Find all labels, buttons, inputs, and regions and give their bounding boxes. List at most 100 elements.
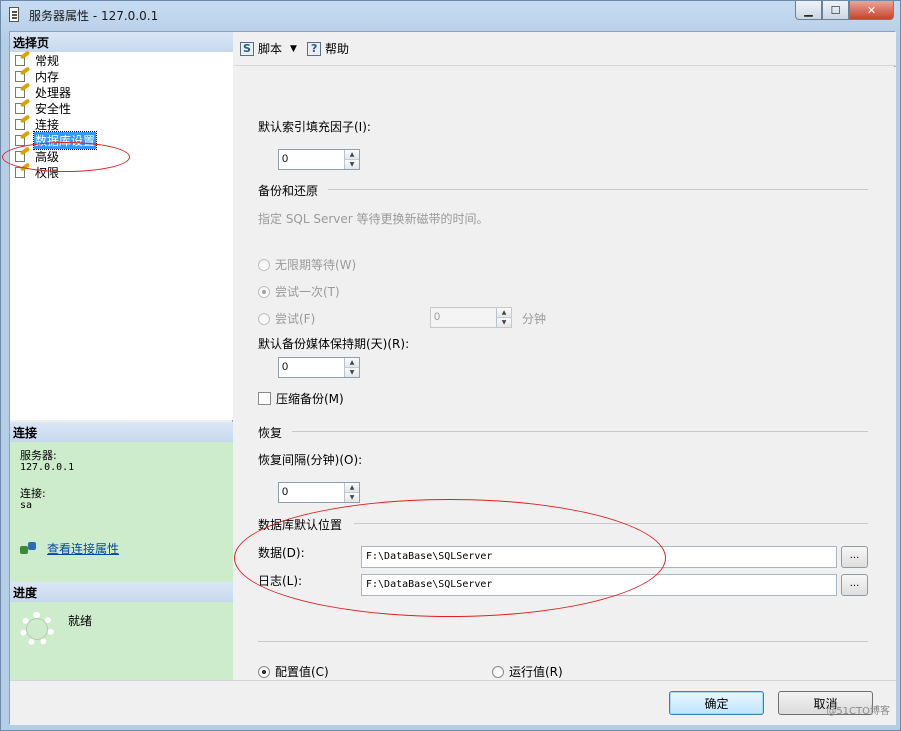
caption-buttons: ▁ ☐ ✕ [795, 1, 894, 21]
radio-label: 尝试(F) [275, 312, 316, 326]
radio-label: 运行值(R) [509, 665, 563, 679]
ok-button[interactable]: 确定 [669, 691, 764, 715]
divider [258, 641, 868, 642]
conn-label: 连接: [20, 487, 46, 500]
toolbar: 脚本 ▼ 帮助 [234, 32, 896, 66]
script-icon [240, 41, 254, 56]
radio-label: 配置值(C) [275, 665, 329, 679]
server-value: 127.0.0.1 [20, 462, 75, 473]
server-label: 服务器: [20, 449, 57, 462]
radio-running-value[interactable]: 运行值(R) [492, 663, 563, 680]
spin-up-icon[interactable]: ▲ [345, 358, 359, 367]
sidebar-item-security[interactable]: 安全性 [10, 98, 233, 116]
sidebar-item-label: 常规 [35, 53, 60, 68]
sidebar-item-memory[interactable]: 内存 [10, 66, 233, 84]
radio-configured-value[interactable]: 配置值(C) [258, 663, 329, 680]
progress-panel: 就绪 [10, 602, 233, 680]
minutes-unit-label: 分钟 [522, 312, 547, 326]
page-icon [15, 66, 31, 83]
maximize-button[interactable]: ☐ [822, 1, 849, 20]
log-path-browse-button[interactable]: ... [841, 574, 868, 596]
script-button[interactable]: 脚本 ▼ [240, 40, 297, 57]
retention-spinner[interactable]: 0 ▲ ▼ [278, 357, 360, 378]
annotation-circle-selected-page [2, 142, 130, 172]
sidebar-item-label: 安全性 [35, 101, 72, 116]
radio-try-for[interactable]: 尝试(F) [258, 310, 315, 327]
radio-circle [258, 285, 270, 298]
spin-up-icon[interactable]: ▲ [345, 150, 359, 159]
title-bar[interactable]: 服务器属性 - 127.0.0.1 ▁ ☐ ✕ [1, 1, 900, 31]
radio-circle [258, 258, 270, 271]
radio-circle [492, 665, 504, 678]
try-minutes-spinner[interactable]: 0 ▲ ▼ [430, 307, 512, 328]
dialog-client: 选择页 常规 内存 处理器 安全性 连接 数据库设置 高级 权限 连接 服务器:… [2, 31, 896, 725]
view-connection-properties-link[interactable]: 查看连接属性 [47, 540, 119, 557]
radio-label: 尝试一次(T) [275, 285, 340, 299]
backup-restore-group-label: 备份和还原 [258, 184, 319, 198]
progress-header: 进度 [10, 582, 233, 602]
retention-label: 默认备份媒体保持期(天)(R): [258, 337, 410, 351]
sidebar-item-processors[interactable]: 处理器 [10, 82, 233, 100]
spin-down-icon[interactable]: ▼ [345, 367, 359, 377]
fill-factor-spinner[interactable]: 0 ▲ ▼ [278, 149, 360, 170]
page-icon [15, 98, 31, 115]
sidebar-item-label: 连接 [35, 117, 60, 132]
sidebar-item-label: 内存 [35, 69, 60, 84]
select-page-header: 选择页 [10, 32, 233, 52]
spin-up-icon[interactable]: ▲ [497, 308, 511, 317]
radio-wait-indefinitely[interactable]: 无限期等待(W) [258, 256, 356, 273]
database-settings-page: 默认索引填充因子(I): 0 ▲ ▼ 备份和还原 指定 SQL Server 等待… [234, 67, 896, 680]
conn-value: sa [20, 500, 33, 511]
fill-factor-value[interactable]: 0 [279, 150, 344, 169]
sidebar-item-label: 处理器 [35, 85, 72, 100]
help-icon [306, 41, 321, 56]
fill-factor-label: 默认索引填充因子(I): [258, 120, 371, 134]
script-label: 脚本 [258, 42, 283, 56]
radio-try-once[interactable]: 尝试一次(T) [258, 283, 340, 300]
view-connection-properties[interactable]: 查看连接属性 [20, 540, 119, 557]
radio-circle [258, 665, 270, 678]
recovery-interval-spinner[interactable]: 0 ▲ ▼ [278, 482, 360, 503]
window-title: 服务器属性 - 127.0.0.1 [29, 9, 159, 23]
recovery-interval-value[interactable]: 0 [279, 483, 344, 502]
spin-down-icon[interactable]: ▼ [345, 159, 359, 169]
page-icon [15, 114, 31, 131]
checkbox-box [258, 392, 271, 405]
annotation-circle-db-location [234, 499, 666, 617]
dropdown-arrow-icon[interactable]: ▼ [290, 44, 297, 54]
page-icon [15, 50, 31, 67]
checkbox-label: 压缩备份(M) [276, 392, 344, 406]
help-label: 帮助 [324, 42, 349, 56]
sidebar-item-connections[interactable]: 连接 [10, 114, 233, 132]
connection-header: 连接 [10, 422, 233, 442]
window-icon [9, 7, 19, 22]
radio-circle [258, 312, 270, 325]
dialog-button-bar: 确定 取消 @51CTO博客 [10, 680, 896, 725]
retention-value[interactable]: 0 [279, 358, 344, 377]
progress-status: 就绪 [68, 614, 93, 628]
spin-up-icon[interactable]: ▲ [345, 483, 359, 492]
page-icon [15, 82, 31, 99]
watermark: @51CTO博客 [826, 706, 890, 717]
close-button[interactable]: ✕ [849, 1, 894, 20]
page-list: 常规 内存 处理器 安全性 连接 数据库设置 高级 权限 [2, 50, 233, 420]
connection-properties-icon [20, 541, 38, 556]
data-path-browse-button[interactable]: ... [841, 546, 868, 568]
help-button[interactable]: 帮助 [306, 40, 349, 57]
minimize-button[interactable]: ▁ [795, 1, 822, 20]
backup-hint: 指定 SQL Server 等待更换新磁带的时间。 [258, 212, 489, 226]
sidebar-item-general[interactable]: 常规 [10, 50, 233, 68]
group-divider [292, 431, 868, 432]
spin-down-icon[interactable]: ▼ [497, 317, 511, 327]
group-divider [328, 189, 868, 190]
left-pane: 选择页 常规 内存 处理器 安全性 连接 数据库设置 高级 权限 连接 服务器:… [2, 32, 233, 680]
server-properties-window: 服务器属性 - 127.0.0.1 ▁ ☐ ✕ 选择页 常规 内存 处理器 安全… [0, 0, 901, 731]
recovery-interval-label: 恢复间隔(分钟)(O): [258, 453, 363, 467]
try-minutes-value[interactable]: 0 [431, 308, 496, 327]
radio-label: 无限期等待(W) [275, 258, 357, 272]
spin-down-icon[interactable]: ▼ [345, 492, 359, 502]
progress-spinner-icon [20, 612, 54, 646]
recovery-group-label: 恢复 [258, 426, 283, 440]
connection-panel: 服务器: 127.0.0.1 连接: sa 查看连接属性 [10, 442, 233, 582]
compress-backup-checkbox[interactable]: 压缩备份(M) [258, 390, 344, 407]
